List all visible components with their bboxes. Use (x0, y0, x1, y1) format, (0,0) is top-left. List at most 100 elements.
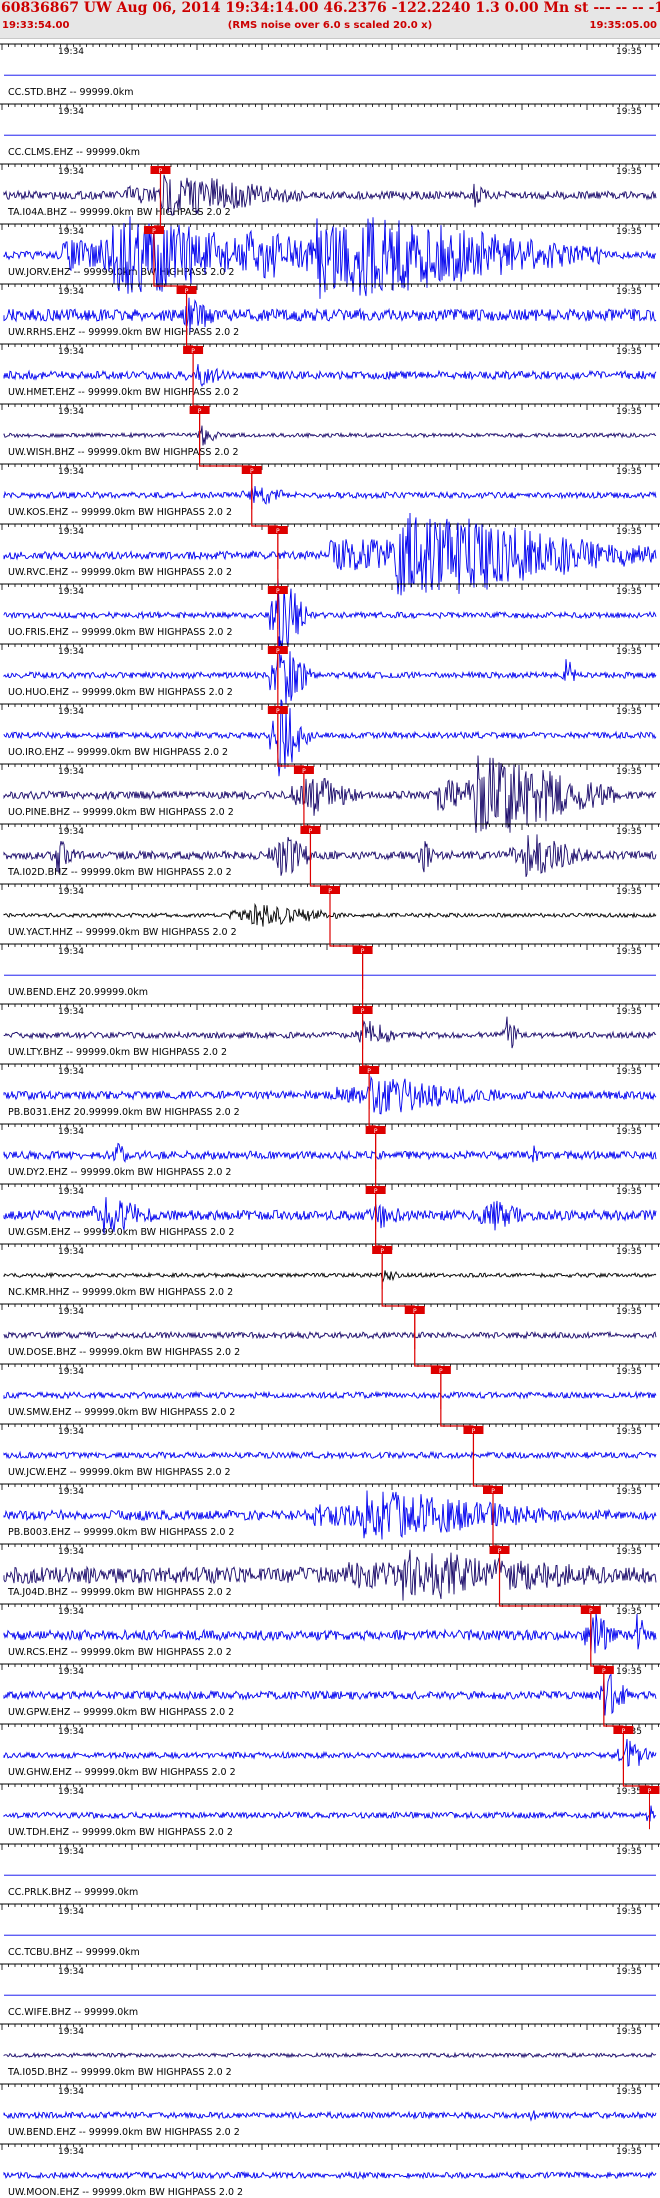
pick-label: P (198, 408, 202, 415)
trace-row: 19:34 19:35 UW.DOSE.BHZ -- 99999.0km BW HI… (0, 1254, 660, 1358)
waveform (3, 755, 657, 833)
station-label: UW.RCS.EHZ -- 99999.0km BW HIGHPASS 2.0 … (8, 1647, 232, 1658)
station-label: UW.GHW.EHZ -- 99999.0km BW HIGHPASS 2.0 … (8, 1767, 236, 1778)
station-label: PB.B003.EHZ -- 99999.0km BW HIGHPASS 2.0… (8, 1527, 234, 1538)
tick-label-right: 19:35 (616, 2087, 642, 2097)
station-label: CC.CLMS.EHZ -- 99999.0km (8, 147, 140, 158)
pick-label: P (380, 1248, 384, 1255)
tick-label-right: 19:35 (616, 1547, 642, 1557)
pick-label: P (302, 768, 306, 775)
tick-label-left: 19:34 (58, 647, 84, 657)
tick-label-right: 19:35 (616, 47, 642, 57)
trace-row: 19:34 19:35 PB.B003.EHZ -- 99999.0km BW HI… (0, 1434, 660, 1540)
pick-label: P (374, 1128, 378, 1135)
tick-label-left: 19:34 (58, 1007, 84, 1017)
waveform (3, 1270, 657, 1283)
seismogram-panel: 19:34 19:35CC.STD.BHZ -- 99999.0km19:34 19… (0, 43, 660, 2198)
waveform (3, 2051, 657, 2059)
tick-label-right: 19:35 (616, 887, 642, 897)
tick-label-left: 19:34 (58, 1187, 84, 1197)
station-label: TA.J04D.BHZ -- 99999.0km BW HIGHPASS 2.0… (7, 1587, 232, 1598)
pick-label: P (276, 588, 280, 595)
station-label: UW.BEND.EHZ 20.99999.0km (8, 987, 148, 998)
trace-row: 19:34 19:35 UW.JCW.EHZ -- 99999.0km BW HIG… (0, 1374, 660, 1478)
station-label: UW.GSM.EHZ -- 99999.0km BW HIGHPASS 2.0 … (8, 1227, 234, 1238)
tick-label-left: 19:34 (58, 167, 84, 177)
trace-row: 19:34 19:35 UO.IRO.EHZ -- 99999.0km BW HIG… (0, 654, 660, 777)
tick-label-left: 19:34 (58, 1547, 84, 1557)
tick-label-right: 19:35 (616, 1427, 642, 1437)
station-label: UW.SMW.EHZ -- 99999.0km BW HIGHPASS 2.0 … (8, 1407, 235, 1418)
tick-label-right: 19:35 (616, 767, 642, 777)
pick-label: P (361, 948, 365, 955)
pick-label: P (498, 1548, 502, 1555)
plot-header: 60836867 UW Aug 06, 2014 19:34:14.00 46.… (0, 0, 660, 39)
station-label: UO.HUO.EHZ -- 99999.0km BW HIGHPASS 2.0 … (8, 687, 233, 698)
scaling-note: (RMS noise over 6.0 s scaled 20.0 x) (227, 20, 433, 31)
moveout-line (472, 1434, 493, 1487)
tick-label-left: 19:34 (58, 1427, 84, 1437)
tick-label-left: 19:34 (58, 587, 84, 597)
tick-label-left: 19:34 (58, 2087, 84, 2097)
station-label: UW.RRHS.EHZ -- 99999.0km BW HIGHPASS 2.0… (8, 327, 239, 338)
tick-label-right: 19:35 (616, 707, 642, 717)
waveform (3, 1805, 657, 1822)
trace-row: 19:34 19:35 UW.WISH.BHZ -- 99999.0km BW HI… (0, 354, 660, 458)
tick-label-left: 19:34 (58, 1127, 84, 1137)
waveform (3, 1330, 657, 1340)
trace-row: 19:34 19:35 CC.PRLK.BHZ -- 99999.0km (0, 1843, 660, 1898)
pick-label: P (648, 1788, 652, 1795)
waveform (3, 485, 657, 505)
station-label: TA.I05D.BHZ -- 99999.0km BW HIGHPASS 2.0… (7, 2067, 232, 2078)
pick-label: P (276, 648, 280, 655)
trace-row: 19:34 19:35 UW.DY2.EHZ -- 99999.0km BW HIG… (0, 1074, 660, 1178)
station-label: UW.RVC.EHZ -- 99999.0km BW HIGHPASS 2.0 … (8, 567, 232, 578)
tick-label-right: 19:35 (616, 227, 642, 237)
tick-label-right: 19:35 (616, 1007, 642, 1017)
tick-label-left: 19:34 (58, 1907, 84, 1917)
trace-row: 19:34 19:35 UW.RCS.EHZ -- 99999.0km BW HIG… (0, 1554, 660, 1658)
tick-label-right: 19:35 (616, 647, 642, 657)
trace-row: 19:34 19:35 UO.HUO.EHZ -- 99999.0km BW HIG… (0, 594, 660, 704)
tick-label-right: 19:35 (616, 1067, 642, 1077)
trace-row: 19:3419:35UW.GHW.EHZ -- 99999.0km BW HIG… (0, 1674, 660, 1778)
station-label: UW.LTY.BHZ -- 99999.0km BW HIGHPASS 2.0 … (8, 1047, 227, 1058)
waveform (3, 578, 657, 653)
tick-label-left: 19:34 (58, 1487, 84, 1497)
trace-row: 19:34 19:35 UW.BEND.EHZ -- 99999.0km BW HI… (0, 2083, 660, 2138)
trace-row: 19:34 19:35 UW.BEND.EHZ 20.99999.0km P (0, 894, 660, 998)
tick-label-left: 19:34 (58, 1727, 84, 1737)
tick-label-right: 19:35 (616, 1307, 642, 1317)
station-label: UW.DOSE.BHZ -- 99999.0km BW HIGHPASS 2.0… (8, 1347, 240, 1358)
pick-label: P (152, 228, 156, 235)
station-label: UW.JORV.EHZ -- 99999.0km BW HIGHPASS 2.0… (8, 267, 234, 278)
pick-label: P (413, 1308, 417, 1315)
pick-label: P (185, 288, 189, 295)
tick-label-left: 19:34 (58, 827, 84, 837)
pick-label: P (309, 828, 313, 835)
tick-label-left: 19:34 (58, 527, 84, 537)
moveout-line (251, 474, 278, 527)
tick-label-left: 19:34 (58, 1247, 84, 1257)
waveform (3, 1016, 657, 1049)
tick-label-left: 19:34 (58, 107, 84, 117)
tick-label-left: 19:34 (58, 2027, 84, 2037)
tick-label-right: 19:35 (616, 1187, 642, 1197)
trace-row: 19:34 19:35 TA.J04D.BHZ -- 99999.0km BW HI… (0, 1494, 660, 1601)
tick-label-left: 19:34 (58, 1667, 84, 1677)
tick-label-right: 19:35 (616, 587, 642, 597)
tick-label-left: 19:34 (58, 407, 84, 417)
tick-label-left: 19:34 (58, 287, 84, 297)
pick-label: P (250, 468, 254, 475)
tick-label-right: 19:35 (616, 287, 642, 297)
moveout-line (192, 354, 200, 407)
tick-label-right: 19:35 (616, 1847, 642, 1857)
station-label: UW.YACT.HHZ -- 99999.0km BW HIGHPASS 2.0… (8, 927, 237, 938)
trace-row: 19:34 19:35 UW.LTY.BHZ -- 99999.0km BW HIG… (0, 954, 660, 1058)
station-label: UO.IRO.EHZ -- 99999.0km BW HIGHPASS 2.0 … (8, 747, 228, 758)
trace-row: 19:34 19:35 UW.MOON.EHZ -- 99999.0km BW HI… (0, 2143, 660, 2198)
tick-label-right: 19:35 (616, 407, 642, 417)
trace-row: 19:34 19:35 TA.I05D.BHZ -- 99999.0km BW HI… (0, 2023, 660, 2078)
station-label: UO.FRIS.EHZ -- 99999.0km BW HIGHPASS 2.0… (8, 627, 233, 638)
tick-label-right: 19:35 (616, 1907, 642, 1917)
